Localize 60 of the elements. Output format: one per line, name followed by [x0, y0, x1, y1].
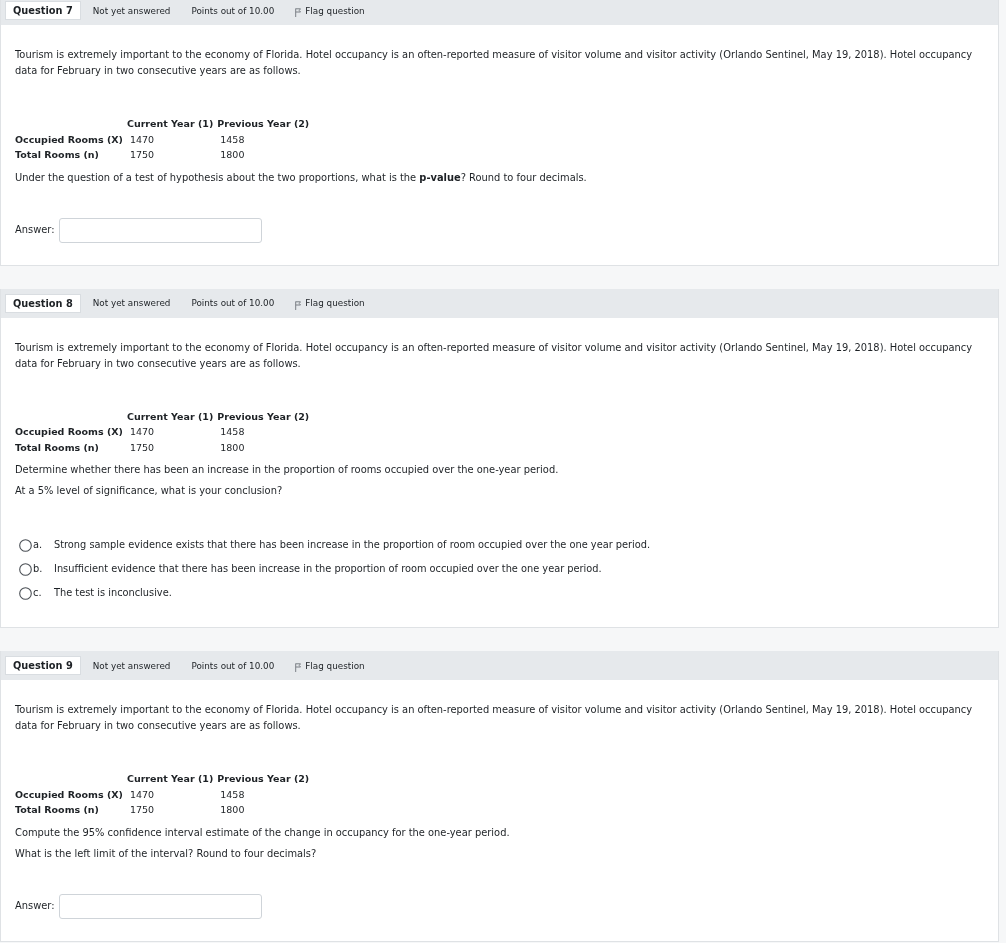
table-cell-text: 1750 [128, 440, 156, 455]
flag-question-link[interactable]: Flag question [295, 296, 365, 310]
question-text: Compute the 95% confidence interval estimate of the change in occupancy for the one-year period. [15, 825, 511, 840]
question-text: What is the left limit of the interval? Round to four decimals? [15, 846, 318, 861]
answer-field[interactable] [58, 217, 262, 243]
radio-button[interactable] [19, 562, 32, 576]
flag-icon [295, 663, 302, 672]
points-text: Points out of 10.00 [191, 660, 275, 671]
option-letter: c. [32, 586, 43, 600]
option-letter: a. [32, 538, 44, 552]
status-text: Not yet answered [92, 5, 171, 16]
option-letter: b. [32, 562, 44, 576]
flag-question-link[interactable]: Flag question [295, 4, 365, 17]
question-text: Tourism is extremely important to the economy of Florida. Hotel occupancy is an often-reported measure of visitor volume and visitor activity (Orlando Sentinel, May 19, 2018). Hotel occupancy data for February in two consecutive years are as follows. [15, 340, 974, 371]
table-header-cell-text: Previous Year (2) [217, 772, 311, 786]
table-header-cell-text: Previous Year (2) [217, 409, 311, 424]
flag-icon [295, 8, 302, 17]
answer-label: Answer: [15, 899, 55, 913]
table-cell-text: 1800 [219, 148, 246, 162]
question-text: At a 5% level of significance, what is your conclusion? [15, 484, 284, 498]
question-text: Determine whether there has been an increase in the proportion of rooms occupied over the one-year period. [15, 463, 560, 477]
table-cell-text: 1470 [128, 425, 156, 439]
status-text: Not yet answered [92, 660, 171, 671]
question-number: Question 8 [5, 293, 81, 313]
table-header-cell-text: Previous Year (2) [217, 117, 311, 131]
points-text: Points out of 10.00 [191, 5, 275, 16]
table-header-cell-text: Current Year (1) [126, 772, 215, 786]
table-cell-text: 1470 [128, 787, 156, 802]
table-row-label: Total Rooms (n) [15, 148, 100, 162]
flag-question-link[interactable]: Flag question [295, 659, 365, 672]
table-cell-text: 1458 [219, 787, 246, 802]
points-text: Points out of 10.00 [191, 298, 275, 308]
table-row-label: Occupied Rooms (X) [15, 425, 124, 439]
table-cell-text: 1800 [219, 440, 246, 455]
answer-field[interactable] [58, 893, 262, 919]
option-text: The test is inconclusive. [54, 586, 172, 600]
table-cell-text: 1458 [219, 132, 246, 147]
question-text: Tourism is extremely important to the economy of Florida. Hotel occupancy is an often-reported measure of visitor volume and visitor activity (Orlando Sentinel, May 19, 2018). Hotel occupancy data for February in two consecutive years are as follows. [15, 703, 974, 733]
question-text: Tourism is extremely important to the economy of Florida. Hotel occupancy is an often-reported measure of visitor volume and visitor activity (Orlando Sentinel, May 19, 2018). Hotel occupancy data for February in two consecutive years are as follows. [15, 48, 974, 78]
flag-icon [295, 300, 302, 310]
status-text: Not yet answered [92, 298, 171, 308]
radio-button[interactable] [19, 538, 32, 552]
question-number: Question 7 [5, 1, 81, 20]
answer-label: Answer: [15, 223, 55, 237]
question-text: Under the question of a test of hypothesis about the two proportions, what is the p-value? Round to four decimals. [15, 170, 588, 185]
table-header-cell-text: Current Year (1) [126, 117, 215, 131]
table-cell-text: 1470 [128, 132, 156, 147]
radio-button[interactable] [19, 586, 32, 600]
option-text: Strong sample evidence exists that there has been increase in the proportion of room occupied over the one year period. [54, 538, 651, 552]
table-row-label: Total Rooms (n) [15, 440, 100, 455]
table-cell-text: 1750 [128, 148, 156, 162]
table-cell-text: 1750 [128, 803, 156, 817]
option-text: Insufficient evidence that there has been increase in the proportion of room occupied over the one year period. [54, 562, 602, 576]
table-row-label: Total Rooms (n) [15, 803, 100, 817]
question-number: Question 9 [5, 656, 81, 675]
table-row-label: Occupied Rooms (X) [15, 787, 124, 802]
table-cell-text: 1800 [219, 803, 246, 817]
table-header-cell-text: Current Year (1) [126, 409, 215, 424]
table-cell-text: 1458 [219, 425, 246, 439]
table-row-label: Occupied Rooms (X) [15, 132, 124, 147]
